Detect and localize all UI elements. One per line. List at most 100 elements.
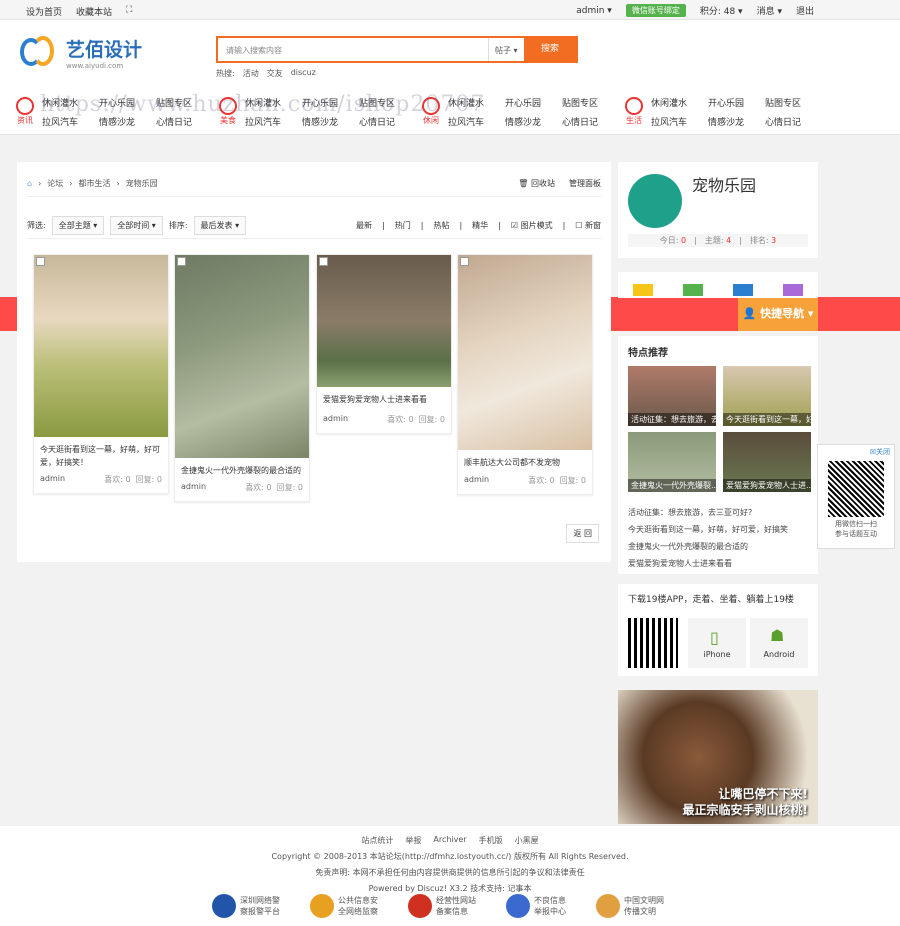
- recommend-box: 特点推荐 活动征集：想去旅游，去... 今天逛街看到这一幕，好... 金捷鬼火一…: [618, 336, 818, 574]
- favorite-link[interactable]: 收藏本站: [76, 5, 112, 18]
- tab-digest[interactable]: 精华: [472, 220, 488, 231]
- footer-link[interactable]: 站点统计: [361, 835, 393, 846]
- home-icon[interactable]: ⌂: [27, 179, 32, 188]
- sort-filter[interactable]: 最后发表 ▾: [193, 216, 247, 235]
- crumb-link[interactable]: 宠物乐园: [126, 178, 158, 189]
- add-icon[interactable]: [683, 284, 703, 296]
- post-author[interactable]: admin: [40, 474, 65, 485]
- post-image[interactable]: [317, 255, 451, 387]
- tab-hotpost[interactable]: 热帖: [433, 220, 449, 231]
- image-mode-checkbox[interactable]: ☑ 图片模式: [511, 220, 553, 231]
- badge-icon: [408, 894, 432, 918]
- hot-search: 热搜: 活动 交友 discuz: [216, 68, 316, 79]
- fullscreen-icon[interactable]: ⛶: [126, 5, 132, 18]
- forum-main: ⌂ › 论坛 › 都市生活 › 宠物乐园 🗑 回收站 管理面板 筛选: 全部主题…: [17, 162, 611, 562]
- category-link[interactable]: 开心乐园: [708, 96, 765, 109]
- post-card[interactable]: 今天逛街看到这一幕，好萌，好可爱，好搞笑！ admin 喜欢: 0 回复: 0: [33, 254, 169, 494]
- post-title[interactable]: 爱猫爱狗爱宠物人士进来看看: [317, 387, 451, 406]
- ad-line2: 最正宗临安手剥山核桃!: [682, 803, 808, 817]
- time-filter[interactable]: 全部时间 ▾: [110, 216, 163, 235]
- rec-link[interactable]: 金捷鬼火一代外壳爆裂的最合适的: [628, 538, 788, 555]
- category-link[interactable]: 情感沙龙: [708, 115, 765, 128]
- crumb-link[interactable]: 论坛: [47, 178, 63, 189]
- category-link[interactable]: 心情日记: [765, 115, 822, 128]
- tab-newest[interactable]: 最新: [356, 220, 372, 231]
- quick-nav-button[interactable]: 👤 快捷导航 ▾: [738, 297, 818, 331]
- edit-icon[interactable]: [783, 284, 803, 296]
- select-checkbox[interactable]: [177, 257, 186, 266]
- category-group: 生活 休闲灌水 开心乐园 贴图专区拉风汽车 情感沙龙 心情日记: [623, 96, 826, 128]
- category-link[interactable]: 心情日记: [562, 115, 619, 128]
- topic-filter[interactable]: 全部主题 ▾: [51, 216, 105, 235]
- footer-badge[interactable]: 深圳网络警 察报警平台: [212, 894, 280, 918]
- new-window-checkbox[interactable]: ☐ 新窗: [575, 220, 601, 231]
- iphone-button[interactable]: ▯ iPhone: [688, 618, 746, 668]
- back-button[interactable]: 返 回: [566, 524, 599, 543]
- filter-bar: 筛选: 全部主题 ▾ 全部时间 ▾ 排序: 最后发表 ▾ 最新 | 热门 | 热帖 |…: [27, 216, 601, 235]
- category-icon[interactable]: 生活: [623, 97, 645, 127]
- category-link[interactable]: 拉风汽车: [651, 115, 708, 128]
- select-checkbox[interactable]: [460, 257, 469, 266]
- set-home-link[interactable]: 设为首页: [26, 5, 62, 18]
- post-author[interactable]: admin: [181, 482, 206, 493]
- search-button[interactable]: 搜索: [524, 38, 576, 61]
- crumb-link[interactable]: 都市生活: [78, 178, 110, 189]
- score-menu[interactable]: 积分: 48 ▾: [700, 4, 743, 17]
- hot-link[interactable]: discuz: [291, 68, 316, 79]
- search-type-select[interactable]: 帖子 ▾: [488, 38, 528, 61]
- hot-link[interactable]: 活动: [243, 68, 259, 79]
- category-link[interactable]: 贴图专区: [562, 96, 619, 109]
- category-link[interactable]: 开心乐园: [505, 96, 562, 109]
- user-menu[interactable]: admin ▾: [576, 6, 612, 16]
- post-author[interactable]: admin: [464, 475, 489, 486]
- rec-link[interactable]: 爱猫爱狗爱宠物人士进来看看: [628, 555, 788, 572]
- post-image[interactable]: [34, 255, 168, 437]
- close-button[interactable]: ☒关闭: [818, 445, 894, 459]
- share-icon[interactable]: [733, 284, 753, 296]
- footer-link[interactable]: 手机版: [479, 835, 503, 846]
- post-title[interactable]: 今天逛街看到这一幕，好萌，好可爱，好搞笑！: [34, 437, 168, 469]
- hot-link[interactable]: 交友: [267, 68, 283, 79]
- logout-link[interactable]: 退出: [796, 4, 814, 17]
- category-link[interactable]: 休闲灌水: [651, 96, 708, 109]
- footer-badge[interactable]: 公共信息安 全网络监察: [310, 894, 378, 918]
- post-image[interactable]: [175, 255, 309, 458]
- category-icon[interactable]: 资讯: [14, 97, 36, 127]
- app-title: 下载19楼APP，走着、坐着、躺着上19楼: [628, 595, 794, 605]
- comment-icon[interactable]: [633, 284, 653, 296]
- post-title[interactable]: 顺丰航达大公司都不发宠物: [458, 450, 592, 469]
- ad-banner[interactable]: 让嘴巴停不下来! 最正宗临安手剥山核桃!: [618, 690, 818, 824]
- footer-link[interactable]: Archiver: [433, 835, 466, 846]
- rec-link[interactable]: 今天逛街看到这一幕，好萌，好可爱，好搞笑: [628, 521, 788, 538]
- wechat-bind-button[interactable]: 微信账号绑定: [625, 4, 686, 17]
- rec-thumb[interactable]: 活动征集：想去旅游，去...: [628, 366, 716, 426]
- manage-panel-link[interactable]: 管理面板: [569, 178, 601, 189]
- footer-link[interactable]: 举报: [405, 835, 421, 846]
- watermark: https://www.huzhan.com/ishop20707: [40, 92, 486, 117]
- footer-badge[interactable]: 经营性网站 备案信息: [408, 894, 476, 918]
- select-checkbox[interactable]: [319, 257, 328, 266]
- rec-link[interactable]: 活动征集：想去旅游，去三亚可好?: [628, 504, 788, 521]
- search-input[interactable]: 请输入搜索内容: [226, 45, 282, 56]
- category-link[interactable]: 情感沙龙: [505, 115, 562, 128]
- logo-text: 艺佰设计: [66, 38, 143, 61]
- footer-link[interactable]: 小黑屋: [515, 835, 539, 846]
- rec-thumb[interactable]: 金捷鬼火一代外壳爆裂...: [628, 432, 716, 492]
- tab-hot[interactable]: 热门: [395, 220, 411, 231]
- footer-badge[interactable]: 中国文明网 传播文明: [596, 894, 664, 918]
- select-checkbox[interactable]: [36, 257, 45, 266]
- post-card[interactable]: 爱猫爱狗爱宠物人士进来看看 admin 喜欢: 0 回复: 0: [316, 254, 452, 434]
- post-title[interactable]: 金捷鬼火一代外壳爆裂的最合适的: [175, 458, 309, 477]
- android-button[interactable]: ☗ Android: [750, 618, 808, 668]
- recycle-link[interactable]: 🗑 回收站: [518, 178, 555, 189]
- site-logo[interactable]: 艺佰设计 www.aiyudi.com: [18, 34, 142, 70]
- rec-thumb[interactable]: 爱猫爱狗爱宠物人士进...: [723, 432, 811, 492]
- rec-thumb[interactable]: 今天逛街看到这一幕，好...: [723, 366, 811, 426]
- footer-badge[interactable]: 不良信息 举报中心: [506, 894, 566, 918]
- post-card[interactable]: 顺丰航达大公司都不发宠物 admin 喜欢: 0 回复: 0: [457, 254, 593, 495]
- post-image[interactable]: [458, 255, 592, 450]
- post-card[interactable]: 金捷鬼火一代外壳爆裂的最合适的 admin 喜欢: 0 回复: 0: [174, 254, 310, 502]
- category-link[interactable]: 贴图专区: [765, 96, 822, 109]
- post-author[interactable]: admin: [323, 414, 348, 425]
- message-menu[interactable]: 消息 ▾: [757, 4, 782, 17]
